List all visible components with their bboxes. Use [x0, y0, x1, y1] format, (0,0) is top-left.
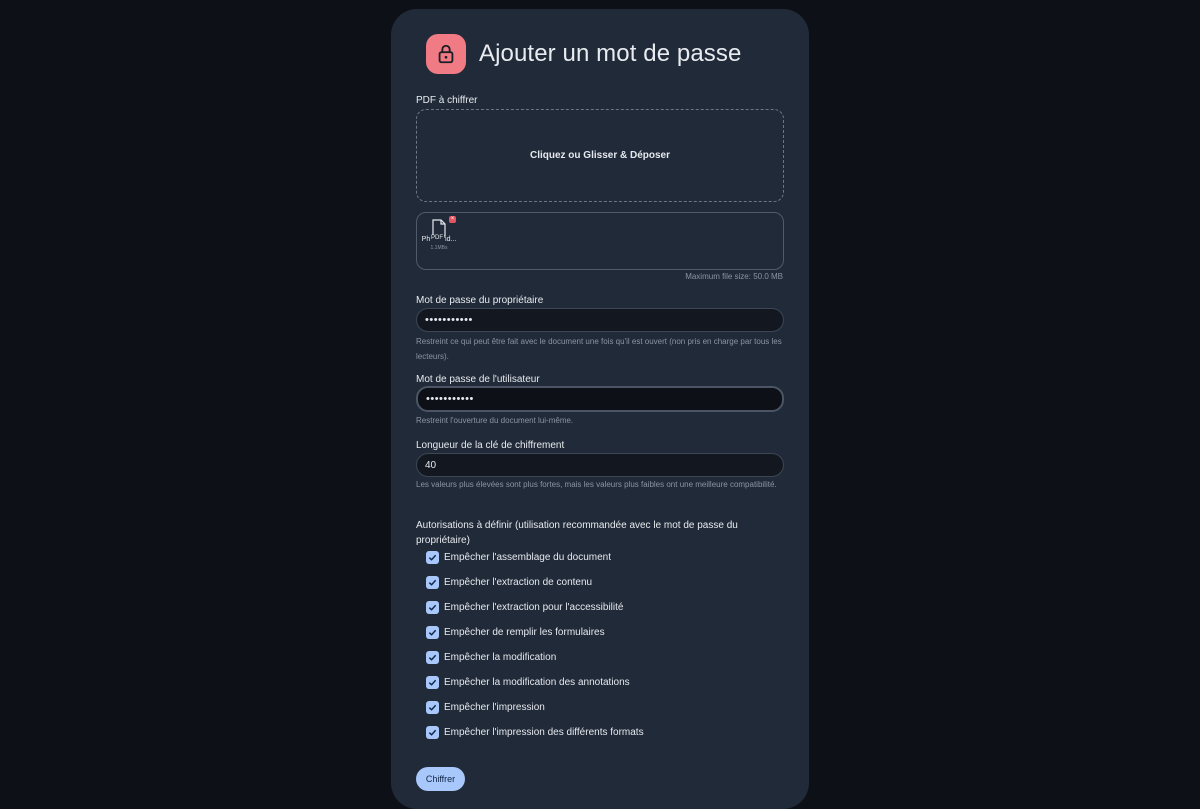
- permission-label: Empêcher la modification des annotations: [444, 677, 630, 688]
- user-password-label: Mot de passe de l'utilisateur: [416, 374, 540, 385]
- page-title: Ajouter un mot de passe: [479, 40, 742, 67]
- checkbox-checked-icon[interactable]: [426, 601, 439, 614]
- file-size: 1.1MBs: [430, 245, 448, 251]
- file-dropzone[interactable]: Cliquez ou Glisser & Déposer: [416, 109, 784, 202]
- owner-password-field[interactable]: •••••••••••: [416, 308, 784, 332]
- checkbox-checked-icon[interactable]: [426, 651, 439, 664]
- checkbox-checked-icon[interactable]: [426, 701, 439, 714]
- permission-label: Empêcher l'assemblage du document: [444, 552, 612, 563]
- checkbox-checked-icon[interactable]: [426, 726, 439, 739]
- permission-item[interactable]: Empêcher l'assemblage du document: [426, 551, 611, 564]
- max-file-size: Maximum file size: 50.0 MB: [685, 272, 783, 281]
- file-list: PDF PhonAnd... 1.1MBs ×: [416, 212, 784, 270]
- checkbox-checked-icon[interactable]: [426, 576, 439, 589]
- key-length-label: Longueur de la clé de chiffrement: [416, 440, 565, 451]
- permission-label: Empêcher l'extraction pour l'accessibili…: [444, 602, 624, 613]
- permission-item[interactable]: Empêcher l'extraction de contenu: [426, 576, 592, 589]
- owner-password-label: Mot de passe du propriétaire: [416, 295, 544, 306]
- file-type: PDF: [430, 235, 444, 241]
- permission-item[interactable]: Empêcher l'impression des différents for…: [426, 726, 644, 739]
- encrypt-card: Ajouter un mot de passe PDF à chiffrer C…: [391, 9, 809, 809]
- permission-label: Empêcher l'extraction de contenu: [444, 577, 593, 588]
- owner-password-help: Restreint ce qui peut être fait avec le …: [416, 337, 782, 361]
- card-header: Ajouter un mot de passe: [426, 33, 741, 75]
- permissions-title: Autorisations à définir (utilisation rec…: [416, 520, 738, 546]
- user-password-value: •••••••••••: [426, 393, 474, 405]
- checkbox-checked-icon[interactable]: [426, 676, 439, 689]
- permission-label: Empêcher de remplir les formulaires: [444, 627, 605, 638]
- checkbox-checked-icon[interactable]: [426, 626, 439, 639]
- permission-item[interactable]: Empêcher l'extraction pour l'accessibili…: [426, 601, 623, 614]
- checkbox-checked-icon[interactable]: [426, 551, 439, 564]
- permission-label: Empêcher la modification: [444, 652, 557, 663]
- lock-icon: [426, 34, 466, 74]
- permission-item[interactable]: Empêcher la modification des annotations: [426, 676, 630, 689]
- user-password-field[interactable]: •••••••••••: [416, 386, 784, 412]
- pdf-upload-label: PDF à chiffrer: [416, 95, 478, 106]
- owner-password-value: •••••••••••: [425, 314, 473, 326]
- dropzone-text: Cliquez ou Glisser & Déposer: [529, 150, 671, 161]
- user-password-help: Restreint l'ouverture du document lui-mê…: [416, 416, 574, 425]
- key-length-help: Les valeurs plus élevées sont plus forte…: [416, 480, 777, 489]
- file-item[interactable]: PDF PhonAnd... 1.1MBs: [421, 219, 457, 251]
- encrypt-button[interactable]: Chiffrer: [416, 767, 465, 791]
- permission-item[interactable]: Empêcher l'impression: [426, 701, 545, 714]
- permission-item[interactable]: Empêcher la modification: [426, 651, 556, 664]
- permission-item[interactable]: Empêcher de remplir les formulaires: [426, 626, 605, 639]
- key-length-field[interactable]: 40: [416, 453, 784, 477]
- key-length-value: 40: [425, 459, 437, 471]
- remove-file-icon[interactable]: ×: [449, 216, 456, 223]
- permission-label: Empêcher l'impression des différents for…: [444, 727, 644, 738]
- permission-label: Empêcher l'impression: [444, 702, 545, 713]
